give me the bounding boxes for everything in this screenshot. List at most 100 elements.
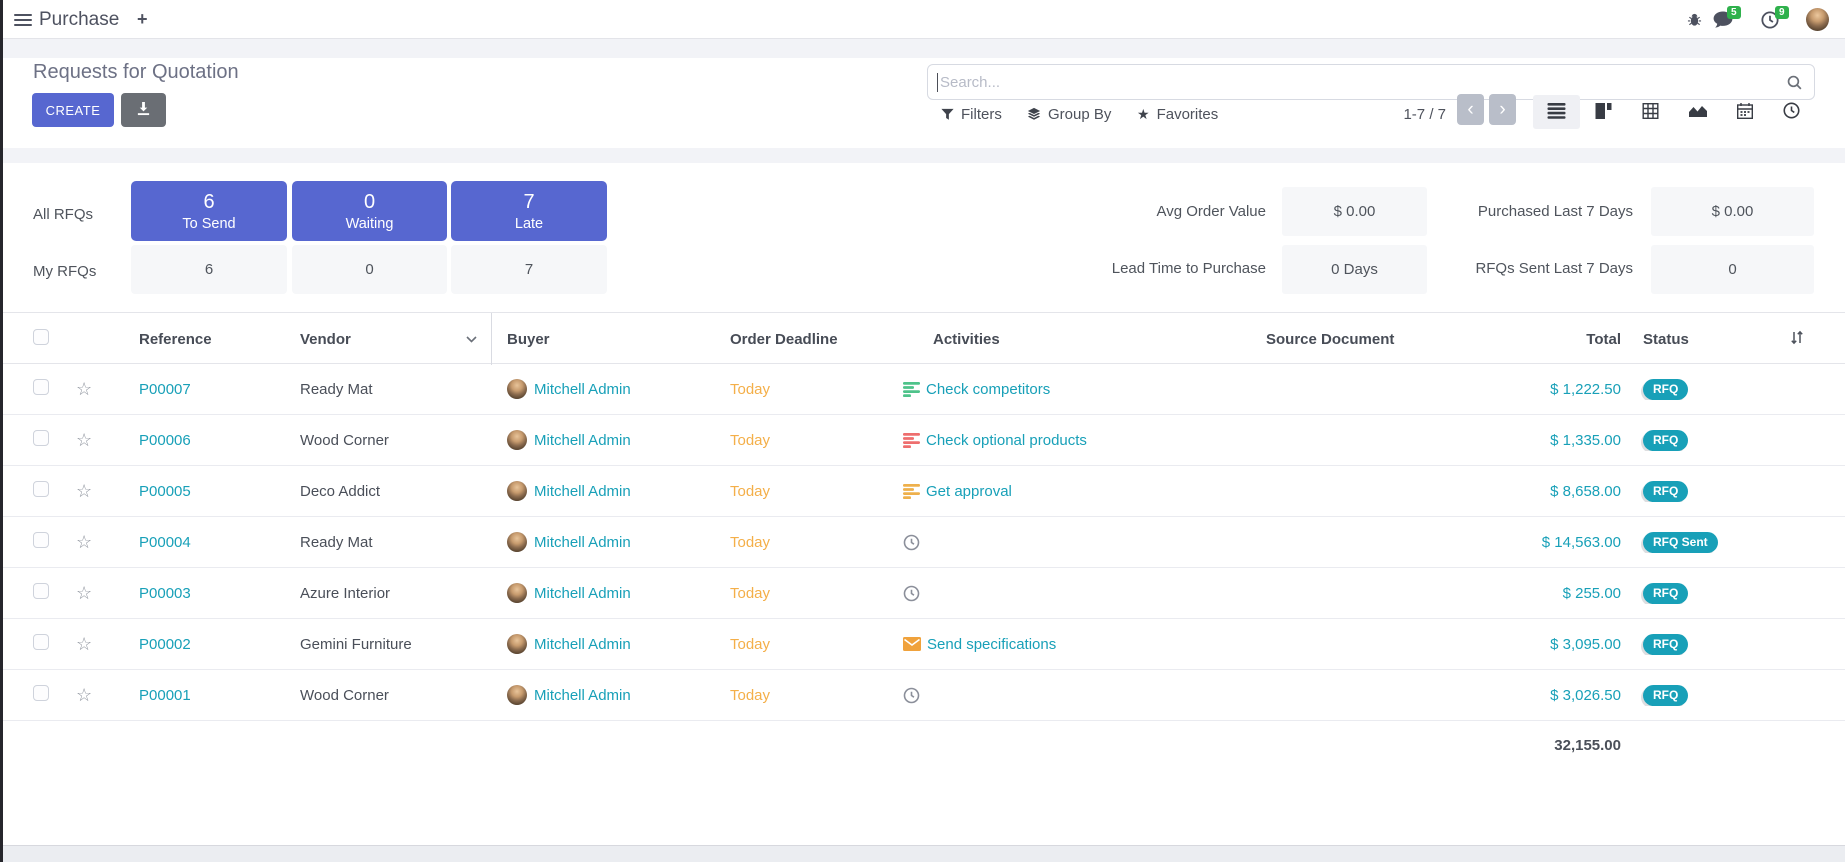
status-cell[interactable]: RFQ (1629, 430, 1784, 451)
app-menu-purchase[interactable]: Purchase (39, 9, 119, 31)
activity-type-icon[interactable] (903, 687, 920, 704)
activity-type-icon[interactable] (903, 534, 920, 551)
order-deadline-cell[interactable]: Today (728, 432, 901, 449)
row-checkbox[interactable] (33, 685, 49, 701)
activity-type-icon[interactable] (903, 585, 920, 602)
column-header-order-deadline[interactable]: Order Deadline (728, 331, 901, 348)
star-icon[interactable]: ☆ (76, 635, 92, 654)
star-icon[interactable]: ☆ (76, 533, 92, 552)
pager-prev-button[interactable]: ‹ (1457, 94, 1484, 125)
view-switch-list[interactable] (1533, 95, 1580, 129)
my-to-send-count[interactable]: 6 (131, 245, 287, 294)
status-cell[interactable]: RFQ (1629, 634, 1784, 655)
pager-next-button[interactable]: › (1489, 94, 1516, 125)
activity-cell[interactable]: Check competitors (901, 381, 1266, 398)
apps-menu-icon[interactable] (14, 14, 32, 26)
stat-to-send-button[interactable]: 6 To Send (131, 181, 287, 241)
order-deadline-cell[interactable]: Today (728, 483, 901, 500)
vendor-cell[interactable]: Ready Mat (300, 381, 492, 398)
order-deadline-cell[interactable]: Today (728, 636, 901, 653)
user-avatar[interactable] (1806, 8, 1829, 31)
table-row[interactable]: ☆ P00005 Deco Addict Mitchell Admin Toda… (0, 466, 1845, 517)
row-checkbox[interactable] (33, 583, 49, 599)
column-header-total[interactable]: Total (1482, 331, 1629, 348)
my-late-count[interactable]: 7 (451, 245, 607, 294)
search-icon[interactable] (1786, 74, 1803, 96)
view-switch-kanban[interactable] (1580, 95, 1627, 129)
favorites-button[interactable]: ★ Favorites (1137, 105, 1218, 123)
table-row[interactable]: ☆ P00006 Wood Corner Mitchell Admin Toda… (0, 415, 1845, 466)
activity-cell[interactable] (901, 585, 1266, 602)
vendor-cell[interactable]: Ready Mat (300, 534, 492, 551)
reference-cell[interactable]: P00007 (124, 381, 300, 398)
activity-cell[interactable] (901, 534, 1266, 551)
total-cell[interactable]: $ 3,026.50 (1482, 687, 1629, 704)
order-deadline-cell[interactable]: Today (728, 534, 901, 551)
column-header-status[interactable]: Status (1629, 331, 1784, 348)
reference-cell[interactable]: P00002 (124, 636, 300, 653)
total-cell[interactable]: $ 1,222.50 (1482, 381, 1629, 398)
table-row[interactable]: ☆ P00003 Azure Interior Mitchell Admin T… (0, 568, 1845, 619)
vendor-cell[interactable]: Gemini Furniture (300, 636, 492, 653)
vendor-cell[interactable]: Wood Corner (300, 432, 492, 449)
column-header-buyer[interactable]: Buyer (492, 331, 728, 348)
stat-late-button[interactable]: 7 Late (451, 181, 607, 241)
status-cell[interactable]: RFQ (1629, 481, 1784, 502)
activity-type-icon[interactable] (903, 484, 920, 499)
column-header-source-document[interactable]: Source Document (1266, 331, 1482, 348)
status-cell[interactable]: RFQ Sent (1629, 532, 1784, 553)
filters-button[interactable]: Filters (941, 105, 1002, 123)
export-button[interactable] (121, 93, 166, 127)
view-switch-calendar[interactable] (1721, 95, 1768, 129)
column-header-reference[interactable]: Reference (124, 331, 300, 348)
activity-cell[interactable]: Check optional products (901, 432, 1266, 449)
status-cell[interactable]: RFQ (1629, 379, 1784, 400)
order-deadline-cell[interactable]: Today (728, 687, 901, 704)
column-header-vendor[interactable]: Vendor (300, 313, 492, 365)
star-icon[interactable]: ☆ (76, 482, 92, 501)
group-by-button[interactable]: Group By (1027, 105, 1111, 123)
table-row[interactable]: ☆ P00002 Gemini Furniture Mitchell Admin… (0, 619, 1845, 670)
table-row[interactable]: ☆ P00007 Ready Mat Mitchell Admin Today … (0, 364, 1845, 415)
total-cell[interactable]: $ 255.00 (1482, 585, 1629, 602)
buyer-cell[interactable]: Mitchell Admin (492, 685, 728, 705)
order-deadline-cell[interactable]: Today (728, 381, 901, 398)
reference-cell[interactable]: P00005 (124, 483, 300, 500)
buyer-cell[interactable]: Mitchell Admin (492, 532, 728, 552)
activity-cell[interactable] (901, 687, 1266, 704)
select-all-checkbox[interactable] (33, 329, 49, 345)
new-tab-plus-icon[interactable]: + (137, 9, 148, 30)
view-switch-pivot[interactable] (1627, 95, 1674, 129)
row-checkbox[interactable] (33, 379, 49, 395)
star-icon[interactable]: ☆ (76, 380, 92, 399)
status-cell[interactable]: RFQ (1629, 583, 1784, 604)
buyer-cell[interactable]: Mitchell Admin (492, 481, 728, 501)
vendor-cell[interactable]: Wood Corner (300, 687, 492, 704)
vendor-cell[interactable]: Azure Interior (300, 585, 492, 602)
row-checkbox[interactable] (33, 532, 49, 548)
activity-type-icon[interactable] (903, 433, 920, 448)
star-icon[interactable]: ☆ (76, 584, 92, 603)
activity-cell[interactable]: Send specifications (901, 636, 1266, 653)
order-deadline-cell[interactable]: Today (728, 585, 901, 602)
total-cell[interactable]: $ 8,658.00 (1482, 483, 1629, 500)
star-icon[interactable]: ☆ (76, 431, 92, 450)
debug-bug-icon[interactable] (1687, 12, 1702, 32)
optional-columns-toggle[interactable] (1784, 330, 1845, 349)
stat-waiting-button[interactable]: 0 Waiting (292, 181, 447, 241)
activity-cell[interactable]: Get approval (901, 483, 1266, 500)
search-input[interactable] (940, 68, 1760, 96)
total-cell[interactable]: $ 3,095.00 (1482, 636, 1629, 653)
buyer-cell[interactable]: Mitchell Admin (492, 379, 728, 399)
reference-cell[interactable]: P00003 (124, 585, 300, 602)
view-switch-activity[interactable] (1768, 95, 1815, 129)
buyer-cell[interactable]: Mitchell Admin (492, 634, 728, 654)
reference-cell[interactable]: P00001 (124, 687, 300, 704)
star-icon[interactable]: ☆ (76, 686, 92, 705)
table-row[interactable]: ☆ P00004 Ready Mat Mitchell Admin Today … (0, 517, 1845, 568)
view-switch-graph[interactable] (1674, 95, 1721, 129)
activity-type-icon[interactable] (903, 382, 920, 397)
buyer-cell[interactable]: Mitchell Admin (492, 583, 728, 603)
buyer-cell[interactable]: Mitchell Admin (492, 430, 728, 450)
activity-type-icon[interactable] (903, 637, 921, 651)
